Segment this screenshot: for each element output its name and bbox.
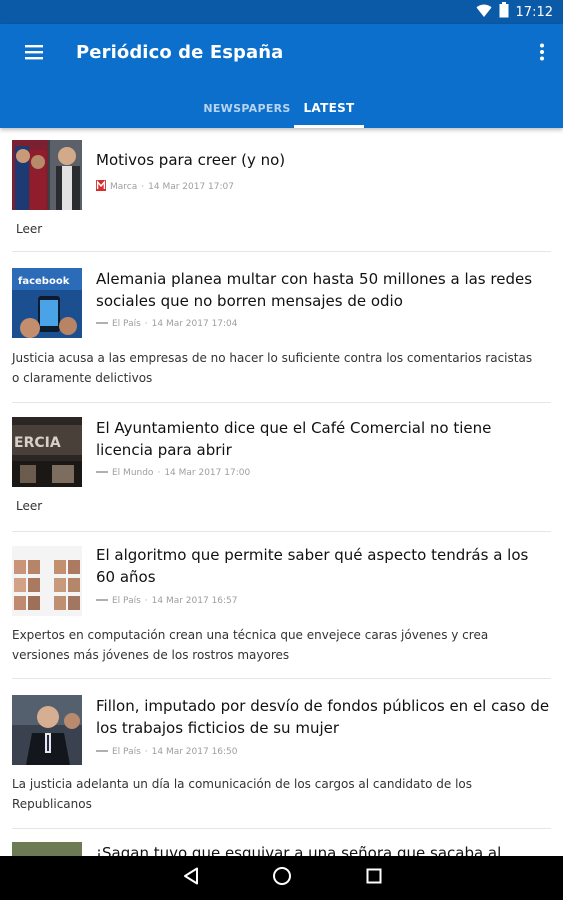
el-pais-logo-icon (96, 319, 108, 329)
divider (12, 828, 551, 829)
article-item[interactable]: facebook Alemania planea multar con hast… (0, 252, 563, 403)
cycling-photo (12, 842, 82, 856)
article-item[interactable]: Fillon, imputado por desvío de fondos pú… (0, 682, 563, 830)
article-item[interactable]: ERCIA El Ayuntamiento dice que el Café C… (0, 402, 563, 532)
article-meta: El Mundo · 14 Mar 2017 17:00 (96, 468, 250, 478)
article-date: 14 Mar 2017 17:00 (164, 468, 251, 478)
divider (12, 678, 551, 679)
nav-recents-icon (366, 868, 382, 888)
article-date: 14 Mar 2017 16:50 (151, 747, 238, 757)
article-headline[interactable]: El algoritmo que permite saber qué aspec… (96, 544, 551, 588)
wifi-icon (476, 3, 492, 22)
article-summary: Justicia acusa a las empresas de no hace… (12, 351, 533, 385)
article-meta: El País · 14 Mar 2017 16:50 (96, 747, 238, 757)
nav-home-icon (272, 866, 292, 890)
article-headline[interactable]: El Ayuntamiento dice que el Café Comerci… (96, 417, 551, 461)
news-feed: Motivos para creer (y no) Marca · 14 Mar… (0, 128, 563, 856)
article-summary: Expertos en computación crean una técnic… (12, 628, 489, 662)
article-summary: La justicia adelanta un día la comunicac… (12, 777, 473, 811)
politician-photo (12, 695, 82, 765)
tab-latest[interactable]: LATEST (294, 88, 364, 128)
article-item[interactable]: El algoritmo que permite saber qué aspec… (0, 532, 563, 682)
marca-logo-icon (96, 180, 106, 194)
back-button[interactable] (177, 864, 205, 892)
cafe-sign-photo: ERCIA (12, 417, 82, 487)
el-mundo-logo-icon (96, 468, 108, 478)
article-source: El País (112, 319, 141, 329)
tab-bar: NEWSPAPERS LATEST (0, 88, 563, 128)
article-item[interactable]: ¡Sagan tuvo que esquivar a una señora qu… (0, 830, 563, 856)
navigation-bar (0, 856, 563, 900)
football-players-photo (12, 140, 82, 210)
hamburger-menu-icon (24, 44, 44, 64)
article-source: El Mundo (112, 468, 154, 478)
article-headline[interactable]: Motivos para creer (y no) (96, 149, 551, 171)
article-source: El País (112, 596, 141, 606)
el-pais-logo-icon (96, 747, 108, 757)
recents-button[interactable] (360, 864, 388, 892)
article-meta: El País · 14 Mar 2017 17:04 (96, 319, 238, 329)
article-date: 14 Mar 2017 17:07 (148, 182, 234, 192)
status-time: 17:12 (515, 4, 553, 20)
article-source: Marca (110, 182, 138, 192)
tab-newspapers[interactable]: NEWSPAPERS (200, 88, 294, 128)
status-icons: 17:12 (476, 2, 553, 22)
more-vert-icon (540, 43, 544, 65)
facebook-phone-photo: facebook (12, 268, 82, 338)
el-pais-logo-icon (96, 596, 108, 606)
meta-separator: · (144, 747, 148, 757)
app-bar: Periódico de España NEWSPAPERS LATEST (0, 24, 563, 128)
article-summary: Leer (16, 499, 43, 513)
meta-separator: · (144, 319, 148, 329)
nav-back-icon (183, 867, 199, 889)
article-headline[interactable]: Alemania planea multar con hasta 50 mill… (96, 268, 551, 312)
article-summary: Leer (16, 222, 43, 236)
article-date: 14 Mar 2017 16:57 (151, 596, 238, 606)
meta-separator: · (157, 468, 161, 478)
meta-separator: · (141, 182, 145, 192)
svg-text:ERCIA: ERCIA (14, 435, 61, 451)
article-headline[interactable]: Fillon, imputado por desvío de fondos pú… (96, 695, 551, 739)
app-title: Periódico de España (76, 42, 284, 63)
faces-grid-photo (12, 546, 82, 616)
home-button[interactable] (268, 864, 296, 892)
status-bar: 17:12 (0, 0, 563, 24)
article-headline[interactable]: ¡Sagan tuvo que esquivar a una señora qu… (96, 842, 551, 856)
article-item[interactable]: Motivos para creer (y no) Marca · 14 Mar… (0, 128, 563, 252)
menu-button[interactable] (14, 38, 54, 70)
meta-separator: · (144, 596, 148, 606)
tab-indicator (294, 125, 364, 128)
article-meta: Marca · 14 Mar 2017 17:07 (96, 180, 234, 194)
article-source: El País (112, 747, 141, 757)
battery-icon (499, 2, 509, 22)
article-date: 14 Mar 2017 17:04 (151, 319, 238, 329)
article-meta: El País · 14 Mar 2017 16:57 (96, 596, 238, 606)
svg-text:facebook: facebook (18, 276, 70, 287)
overflow-menu-button[interactable] (535, 38, 549, 70)
